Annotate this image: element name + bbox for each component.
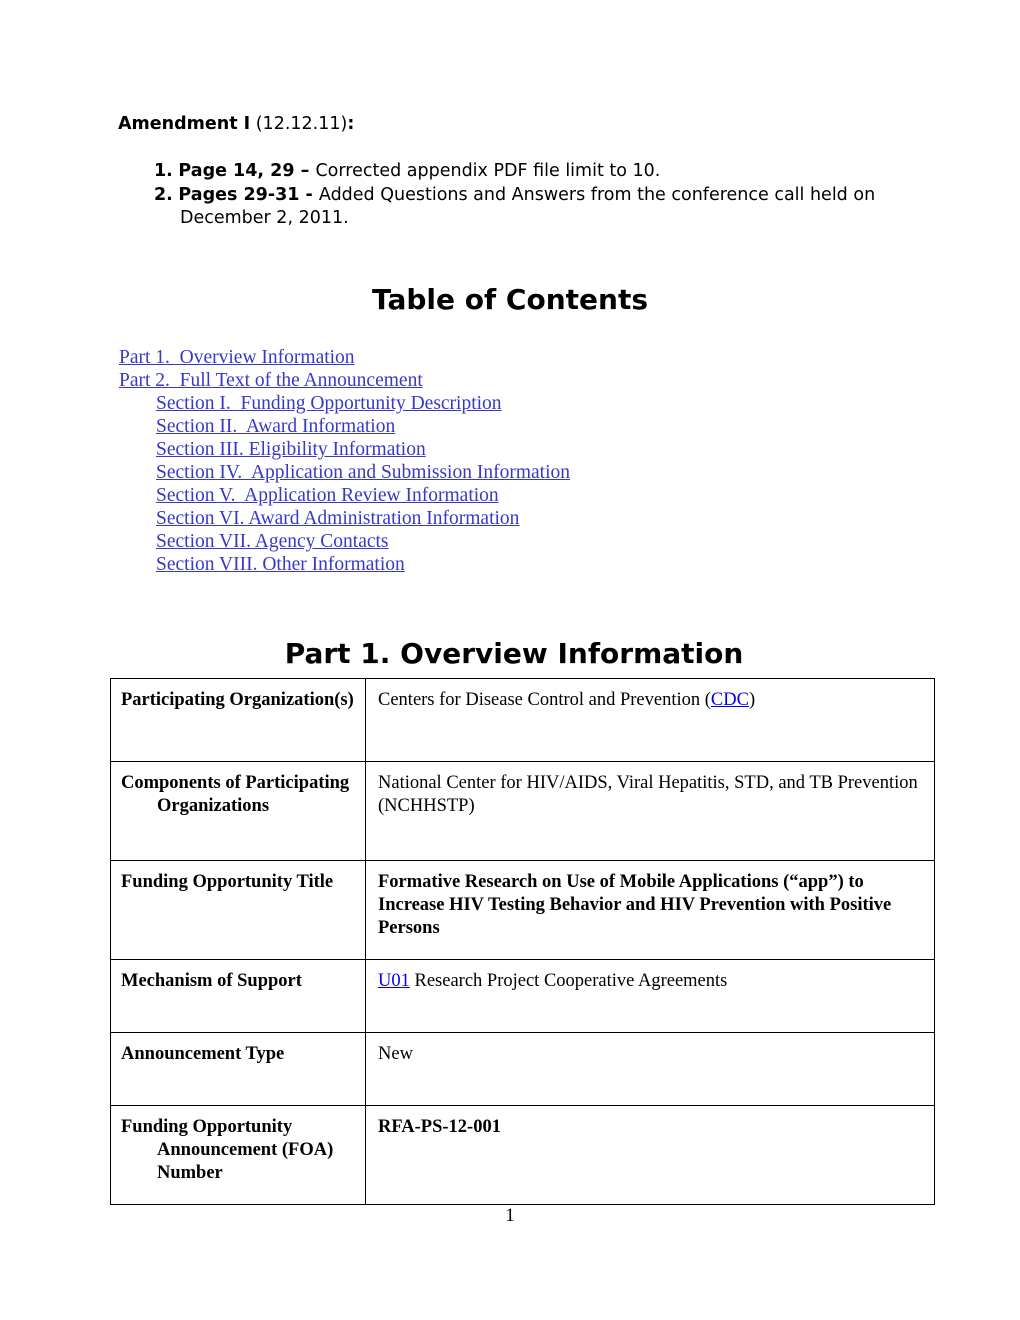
toc-link-section-vii[interactable]: Section VII. Agency Contacts (156, 530, 389, 553)
table-row: Participating Organization(s) Centers fo… (110, 678, 935, 762)
cdc-link[interactable]: CDC (711, 690, 749, 710)
toc-link-section-iv[interactable]: Section IV. Application and Submission I… (156, 461, 570, 484)
table-row: Mechanism of Support U01 Research Projec… (110, 959, 935, 1033)
u01-link[interactable]: U01 (378, 971, 410, 991)
table-label-participating-organizations: Participating Organization(s) (121, 690, 354, 710)
part-1-heading: Part 1. Overview Information (284, 637, 744, 670)
table-label-announcement-type: Announcement Type (121, 1044, 285, 1064)
table-cell-label: Funding Opportunity Title (110, 860, 366, 960)
amendment-heading-strong: Amendment I (118, 114, 251, 134)
value-text-after: ) (748, 690, 756, 710)
page-number: 1 (505, 1205, 515, 1226)
table-cell-value: National Center for HIV/AIDS, Viral Hepa… (365, 761, 935, 861)
amendment-block: Amendment I (12.12.11): 1. Page 14, 29 –… (118, 112, 918, 231)
table-label-mechanism-of-support: Mechanism of Support (121, 971, 302, 991)
table-cell-value: RFA-PS-12-001 (365, 1105, 935, 1205)
table-cell-label: Funding Opportunity Announcement (FOA) N… (110, 1105, 366, 1205)
table-cell-value: U01 Research Project Cooperative Agreeme… (365, 959, 935, 1033)
table-cell-label: Participating Organization(s) (110, 678, 366, 762)
table-row: Funding Opportunity Announcement (FOA) N… (110, 1105, 935, 1205)
table-label-components: Components of Participating Organization… (121, 773, 350, 816)
table-row: Announcement Type New (110, 1032, 935, 1106)
amendment-heading-date: (12.12.11) (250, 114, 348, 134)
table-cell-label: Announcement Type (110, 1032, 366, 1106)
table-row: Funding Opportunity Title Formative Rese… (110, 860, 935, 960)
value-text-after: Research Project Cooperative Agreements (409, 971, 728, 991)
table-cell-value: New (365, 1032, 935, 1106)
table-of-contents-heading: Table of Contents (371, 283, 648, 316)
toc-link-section-i[interactable]: Section I. Funding Opportunity Descripti… (156, 392, 502, 415)
table-cell-value: Formative Research on Use of Mobile Appl… (365, 860, 935, 960)
list-item-lead: Pages 29-31 - (178, 184, 319, 205)
amendment-heading-colon: : (347, 114, 355, 134)
table-cell-label: Mechanism of Support (110, 959, 366, 1033)
value-text-before: Centers for Disease Control and Preventi… (378, 690, 711, 710)
table-label-foa-number: Funding Opportunity Announcement (FOA) N… (121, 1117, 334, 1183)
list-item-number: 1. (154, 161, 173, 181)
list-item: 1. Page 14, 29 – Corrected appendix PDF … (118, 160, 918, 184)
toc-link-section-vi[interactable]: Section VI. Award Administration Informa… (156, 507, 519, 530)
table-of-contents-list: Part 1. Overview Information Part 2. Ful… (119, 346, 819, 576)
toc-link-section-viii[interactable]: Section VIII. Other Information (156, 553, 405, 576)
overview-information-table: Participating Organization(s) Centers fo… (110, 678, 935, 1205)
amendment-change-list: 1. Page 14, 29 – Corrected appendix PDF … (118, 160, 918, 231)
table-row: Components of Participating Organization… (110, 761, 935, 861)
document-page: Amendment I (12.12.11): 1. Page 14, 29 –… (0, 0, 1020, 1320)
toc-link-section-iii[interactable]: Section III. Eligibility Information (156, 438, 426, 461)
table-cell-value: Centers for Disease Control and Preventi… (365, 678, 935, 762)
toc-link-part-1[interactable]: Part 1. Overview Information (119, 346, 355, 369)
toc-link-part-2[interactable]: Part 2. Full Text of the Announcement (119, 369, 423, 392)
table-cell-label: Components of Participating Organization… (110, 761, 366, 861)
table-label-funding-opportunity-title: Funding Opportunity Title (121, 872, 334, 892)
list-item: 2. Pages 29-31 - Added Questions and Ans… (118, 184, 918, 231)
list-item-text: Corrected appendix PDF file limit to 10. (315, 161, 661, 181)
list-item-number: 2. (154, 184, 173, 205)
amendment-heading: Amendment I (12.12.11): (118, 112, 918, 137)
toc-link-section-v[interactable]: Section V. Application Review Informatio… (156, 484, 499, 507)
toc-link-section-ii[interactable]: Section II. Award Information (156, 415, 395, 438)
list-item-lead: Page 14, 29 – (178, 161, 316, 181)
